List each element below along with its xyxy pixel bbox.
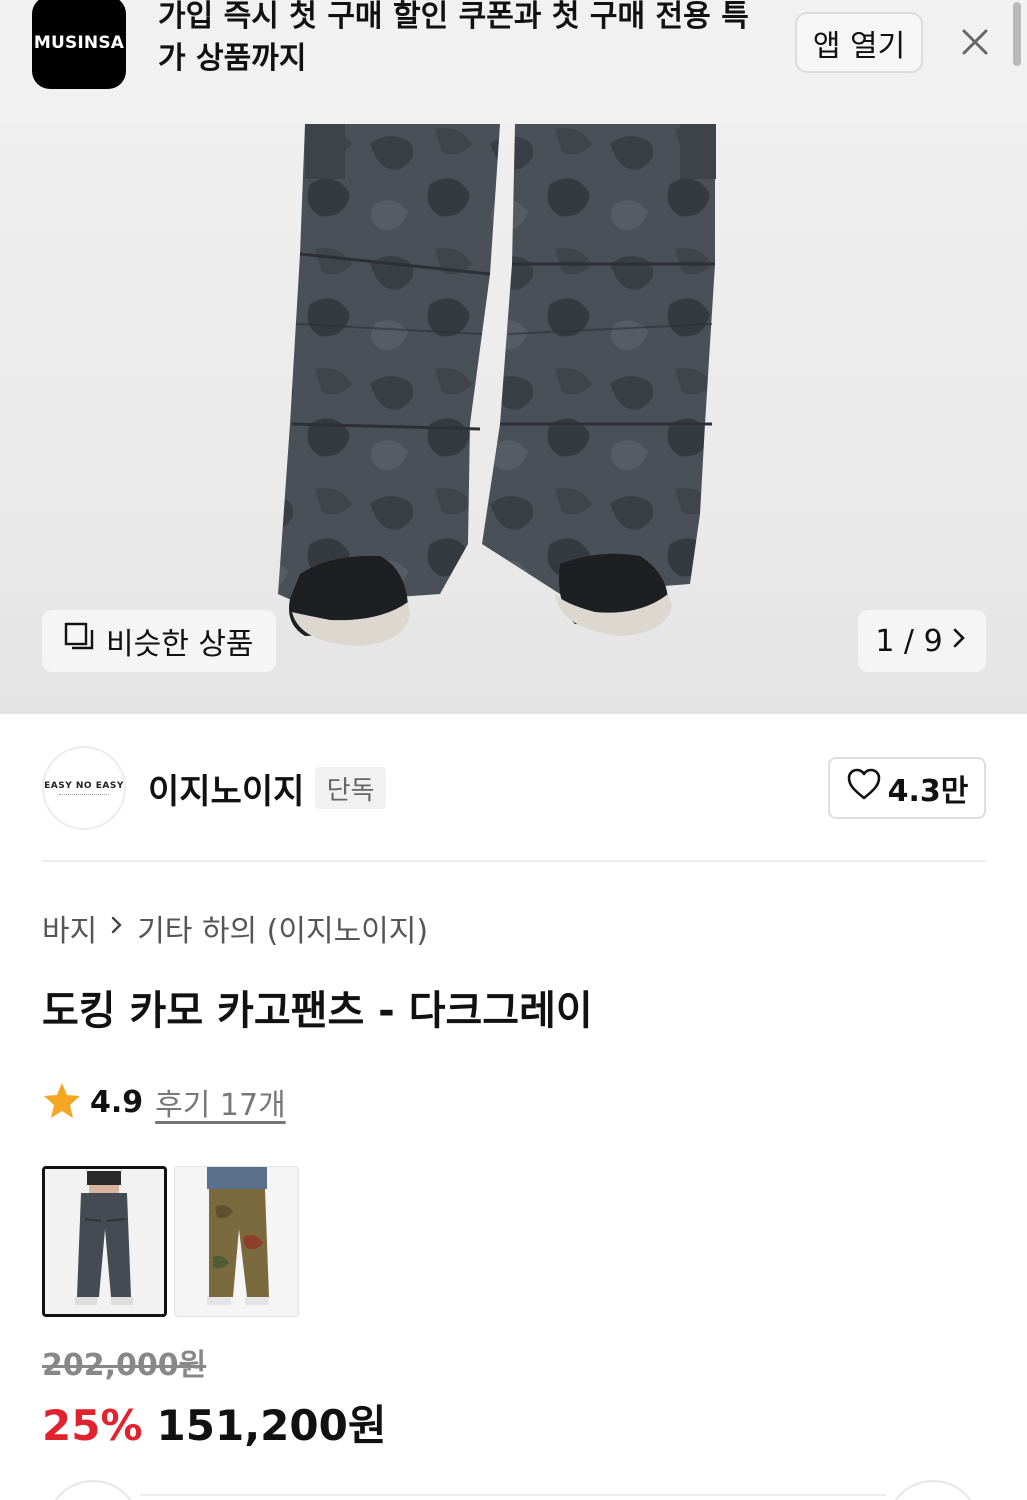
- chevron-right-icon: [109, 913, 125, 943]
- similar-products-button[interactable]: 비슷한 상품: [42, 610, 276, 672]
- app-install-banner: MUSINSA 가입 즉시 첫 구매 할인 쿠폰과 첫 구매 전용 특가 상품까…: [0, 0, 1027, 124]
- product-title: 도킹 카모 카고팬츠 - 다크그레이: [42, 988, 593, 1034]
- like-count: 4.3만: [887, 774, 969, 809]
- sale-price: 151,200원: [156, 1401, 387, 1450]
- musinsa-logo: MUSINSA: [32, 0, 126, 89]
- price-row: 25% 151,200원: [42, 1392, 386, 1453]
- star-icon: [42, 1080, 82, 1124]
- color-option-dark-gray[interactable]: [42, 1166, 167, 1317]
- review-count-link[interactable]: 후기 17개: [155, 1080, 286, 1124]
- image-counter: 1 / 9: [875, 623, 943, 659]
- color-option-brown-camo[interactable]: [174, 1166, 299, 1317]
- rating-value: 4.9: [90, 1084, 144, 1120]
- image-counter-button[interactable]: 1 / 9: [858, 610, 986, 672]
- scrollbar[interactable]: [1013, 2, 1021, 66]
- divider: [140, 1494, 886, 1496]
- product-image-carousel[interactable]: 비슷한 상품 1 / 9: [0, 124, 1027, 714]
- option-image: [45, 1169, 164, 1314]
- breadcrumb: 바지 기타 하의 (이지노이지): [42, 906, 428, 950]
- brand-logo[interactable]: EASY NO EASY: [42, 746, 126, 830]
- rating-row: 4.9 후기 17개: [42, 1080, 286, 1124]
- close-icon[interactable]: [955, 22, 995, 62]
- breadcrumb-item[interactable]: 바지: [42, 906, 97, 950]
- like-button[interactable]: 4.3만: [828, 757, 986, 819]
- brand-logo-dots: [59, 793, 109, 796]
- option-image: [175, 1167, 298, 1316]
- breadcrumb-item[interactable]: 기타 하의 (이지노이지): [137, 906, 428, 950]
- brand-name[interactable]: 이지노이지: [148, 764, 304, 813]
- banner-message: 가입 즉시 첫 구매 할인 쿠폰과 첫 구매 전용 특가 상품까지: [158, 0, 749, 76]
- discount-rate: 25%: [42, 1401, 143, 1450]
- original-price: 202,000원: [42, 1348, 207, 1383]
- chevron-right-icon: [949, 624, 969, 659]
- open-app-button[interactable]: 앱 열기: [795, 12, 923, 73]
- copy-icon: [62, 620, 96, 662]
- coupon-circle: [886, 1480, 980, 1500]
- brand-logo-text: EASY NO EASY: [44, 780, 124, 791]
- coupon-circle: [46, 1480, 140, 1500]
- exclusive-badge: 단독: [315, 767, 386, 809]
- heart-icon: [846, 767, 882, 809]
- divider: [42, 860, 986, 862]
- similar-products-label: 비슷한 상품: [106, 627, 254, 662]
